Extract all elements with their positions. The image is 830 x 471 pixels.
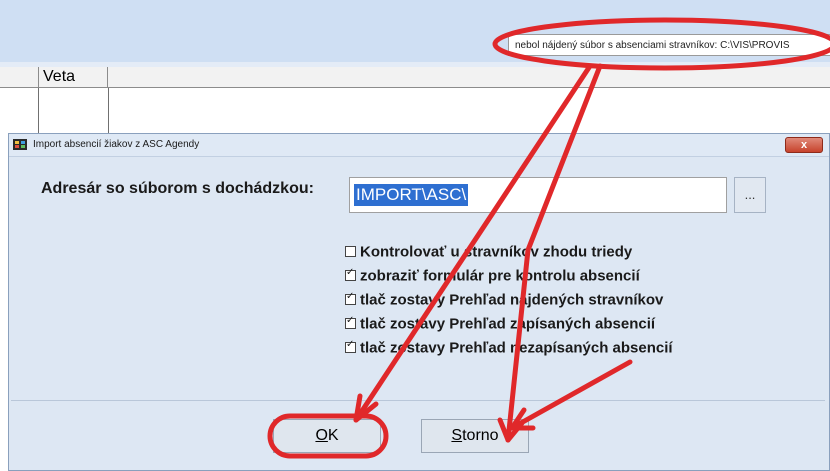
option-label: tlač zostavy Prehľad zapísaných absencií [360,315,656,333]
ok-button[interactable]: OK [273,419,381,453]
option-check-class[interactable]: Kontrolovať u stravníkov zhodu triedy [345,243,632,261]
close-icon: x [800,139,808,151]
import-dialog: Import absencií žiakov z ASC Agendy x Ad… [8,133,830,471]
app-icon [13,139,27,150]
option-label: zobraziť formulár pre kontrolu absencií [360,267,640,285]
storno-label: torno [462,427,499,444]
checkbox[interactable] [345,315,356,329]
grid-header [0,67,830,88]
divider [11,400,825,401]
checkbox[interactable] [345,339,356,353]
option-label: tlač zostavy Prehľad nájdených stravníko… [360,291,664,309]
checkbox[interactable] [345,267,356,281]
close-button[interactable]: x [785,137,823,153]
grid-line [38,88,39,133]
directory-label: Adresár so súborom s dochádzkou: [41,180,314,197]
option-print-unwritten[interactable]: tlač zostavy Prehľad nezapísaných absenc… [345,339,673,357]
option-label: tlač zostavy Prehľad nezapísaných absenc… [360,339,673,357]
storno-button[interactable]: Storno [421,419,529,453]
error-tooltip: nebol nájdený súbor s absenciami stravní… [508,34,830,56]
option-show-form[interactable]: zobraziť formulár pre kontrolu absencií [345,267,640,285]
directory-value: IMPORT\ASC\ [354,184,469,206]
grid-line [108,88,109,133]
checkbox[interactable] [345,245,356,257]
checkbox[interactable] [345,291,356,305]
storno-accelerator: S [451,427,463,444]
ok-accelerator: O [315,427,328,444]
grid-column-veta[interactable]: Veta [38,67,108,87]
browse-button[interactable]: ... [734,177,766,213]
directory-input[interactable]: IMPORT\ASC\ [349,177,727,213]
ok-label: K [327,427,339,444]
option-print-written[interactable]: tlač zostavy Prehľad zapísaných absencií [345,315,655,333]
option-label: Kontrolovať u stravníkov zhodu triedy [360,243,633,261]
dialog-title: Import absencií žiakov z ASC Agendy [33,139,200,150]
option-print-found[interactable]: tlač zostavy Prehľad nájdených stravníko… [345,291,663,309]
dialog-titlebar[interactable]: Import absencií žiakov z ASC Agendy x [9,134,829,157]
